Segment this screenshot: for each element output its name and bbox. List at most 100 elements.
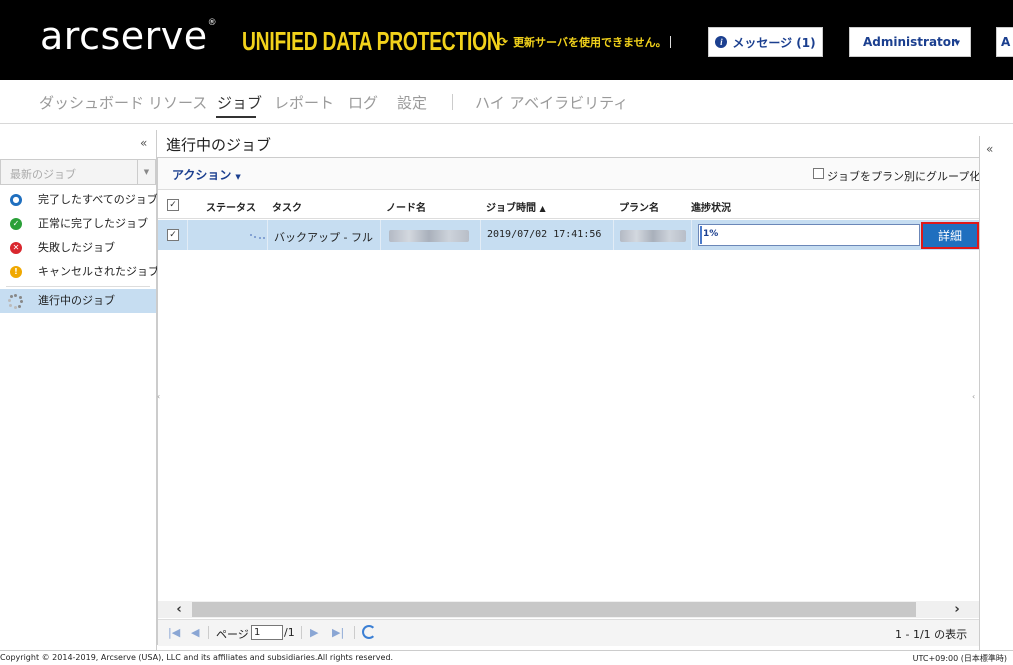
- scroll-right-icon[interactable]: ›: [948, 601, 966, 618]
- registered-mark: ®: [207, 18, 218, 28]
- main-nav: ダッシュボード リソース ジョブ レポート ログ 設定 ハイ アベイラビリティ: [0, 80, 1013, 124]
- pager-divider: [208, 626, 209, 639]
- node-cell: [381, 220, 481, 250]
- header-divider: [670, 36, 671, 48]
- user-label: Administrator: [863, 35, 957, 49]
- range-label: 1 - 1/1 の表示: [895, 628, 968, 641]
- info-icon: i: [715, 36, 728, 48]
- sort-asc-icon: ▲: [539, 204, 546, 213]
- copyright-text: Copyright © 2014-2019, Arcserve (USA), L…: [0, 653, 394, 662]
- sidebar-item-failed[interactable]: ✕ 失敗したジョブ: [0, 236, 156, 260]
- details-button[interactable]: 詳細: [921, 222, 979, 249]
- column-header-job-time[interactable]: ジョブ時間 ▲: [486, 199, 546, 214]
- filter-placeholder: 最新のジョブ: [10, 168, 76, 181]
- tab-dashboard[interactable]: ダッシュボード: [39, 92, 144, 113]
- sidebar-item-label: 失敗したジョブ: [38, 241, 115, 254]
- info-circle-icon: ●: [10, 194, 22, 206]
- next-page-icon[interactable]: ▶: [310, 626, 318, 639]
- collapse-left-icon[interactable]: «: [140, 136, 147, 150]
- job-filter-select[interactable]: 最新のジョブ ▼: [0, 159, 156, 185]
- jobs-grid: アクション ▼ ジョブをプラン別にグループ化 ✓ ステータス タスク ノード名 ジ…: [157, 157, 981, 646]
- last-page-icon[interactable]: ▶|: [332, 626, 344, 639]
- progress-fill: [700, 226, 702, 244]
- plan-name-redacted: [620, 230, 686, 242]
- expand-right-icon[interactable]: «: [986, 142, 993, 156]
- node-name-redacted: [389, 230, 469, 242]
- sidebar-item-in-progress[interactable]: 進行中のジョブ: [0, 289, 156, 313]
- sidebar-item-label: キャンセルされたジョブ: [38, 265, 159, 278]
- tab-logs[interactable]: ログ: [348, 92, 378, 113]
- chevron-down-icon: ▼: [235, 173, 241, 181]
- job-time-header-label: ジョブ時間: [486, 203, 536, 214]
- sidebar-divider: [6, 286, 150, 287]
- warning-icon: !: [10, 266, 22, 278]
- column-header-status[interactable]: ステータス: [206, 199, 256, 214]
- task-cell: バックアップ - フル: [268, 220, 381, 250]
- action-label: アクション: [172, 168, 232, 182]
- page-title: 進行中のジョブ: [166, 136, 272, 154]
- tab-resources[interactable]: リソース: [148, 92, 207, 113]
- status-cell: [188, 220, 268, 250]
- sidebar-item-all-completed[interactable]: ● 完了したすべてのジョブ: [0, 188, 158, 212]
- task-text: バックアップ - フル: [274, 231, 373, 244]
- table-header: ✓ ステータス タスク ノード名 ジョブ時間 ▲ プラン名 進捗状況: [158, 191, 979, 219]
- in-progress-status-icon: [248, 232, 268, 240]
- refresh-icon[interactable]: [362, 625, 376, 639]
- help-menu-button[interactable]: A: [996, 27, 1013, 57]
- select-all-checkbox[interactable]: ✓: [167, 199, 179, 211]
- top-header: arcserve® UNIFIED DATA PROTECTION ⟳ 更新サーバ…: [0, 0, 1013, 80]
- messages-button[interactable]: i メッセージ (1): [708, 27, 823, 57]
- nav-divider: [452, 94, 453, 110]
- progress-bar: 1%: [698, 224, 920, 246]
- tab-high-availability[interactable]: ハイ アベイラビリティ: [475, 92, 628, 113]
- sidebar-item-succeeded[interactable]: ✓ 正常に完了したジョブ: [0, 212, 156, 236]
- plan-cell: [614, 220, 692, 250]
- spinner-icon: [8, 294, 23, 309]
- sidebar-item-label: 正常に完了したジョブ: [38, 217, 148, 230]
- pagination-bar: |◀ ◀ ページ 1 /1 ▶ ▶| 1 - 1/1 の表示: [158, 619, 979, 646]
- scroll-left-icon[interactable]: ‹: [170, 601, 188, 618]
- right-panel-collapsed: «: [979, 136, 1013, 650]
- horizontal-scrollbar[interactable]: ‹ ›: [158, 601, 979, 618]
- column-header-node[interactable]: ノード名: [386, 199, 426, 214]
- job-time-text: 2019/07/02 17:41:56: [487, 229, 602, 240]
- sidebar-item-label: 完了したすべてのジョブ: [38, 193, 158, 206]
- splitter-right-handle[interactable]: ‹: [972, 392, 977, 408]
- page-number-input[interactable]: 1: [251, 625, 283, 640]
- prev-page-icon[interactable]: ◀: [191, 626, 199, 639]
- column-header-progress[interactable]: 進捗状況: [691, 199, 731, 214]
- arcserve-logo: arcserve®: [40, 14, 218, 58]
- row-checkbox[interactable]: ✓: [167, 229, 179, 241]
- progress-text: 1%: [703, 229, 719, 239]
- first-page-icon[interactable]: |◀: [168, 626, 180, 639]
- refresh-warning-icon: ⟳: [498, 35, 509, 49]
- grid-toolbar: アクション ▼ ジョブをプラン別にグループ化: [158, 158, 981, 190]
- row-checkbox-cell: ✓: [158, 220, 188, 250]
- sidebar-item-label: 進行中のジョブ: [38, 294, 115, 307]
- check-icon: ✓: [10, 218, 22, 230]
- footer: Copyright © 2014-2019, Arcserve (USA), L…: [0, 650, 1013, 665]
- messages-label: メッセージ (1): [732, 35, 816, 50]
- column-header-task[interactable]: タスク: [272, 199, 302, 214]
- tab-settings[interactable]: 設定: [397, 92, 427, 113]
- splitter-left-handle[interactable]: ‹: [157, 392, 162, 408]
- page-total: /1: [284, 626, 295, 639]
- active-tab-indicator: [216, 116, 256, 118]
- pager-divider: [354, 626, 355, 639]
- update-warning[interactable]: ⟳ 更新サーバを使用できません。: [498, 34, 667, 50]
- tab-jobs[interactable]: ジョブ: [217, 92, 262, 113]
- user-menu-button[interactable]: Administrator ▼: [849, 27, 971, 57]
- table-row[interactable]: ✓ バックアップ - フル 2019/07/02 17:41:56 1% 詳細: [158, 220, 979, 250]
- pager-divider: [301, 626, 302, 639]
- sidebar-item-canceled[interactable]: ! キャンセルされたジョブ: [0, 260, 159, 284]
- error-icon: ✕: [10, 242, 22, 254]
- group-by-plan-label: ジョブをプラン別にグループ化: [827, 170, 981, 183]
- column-header-plan[interactable]: プラン名: [619, 199, 659, 214]
- tab-reports[interactable]: レポート: [274, 92, 334, 113]
- chevron-down-icon: ▼: [954, 39, 960, 47]
- scrollbar-thumb[interactable]: [192, 602, 916, 617]
- action-menu-button[interactable]: アクション ▼: [172, 166, 241, 183]
- chevron-down-icon[interactable]: ▼: [137, 160, 155, 184]
- group-by-plan-checkbox[interactable]: [813, 168, 824, 179]
- timezone-text: UTC+09:00 (日本標準時): [912, 654, 1007, 663]
